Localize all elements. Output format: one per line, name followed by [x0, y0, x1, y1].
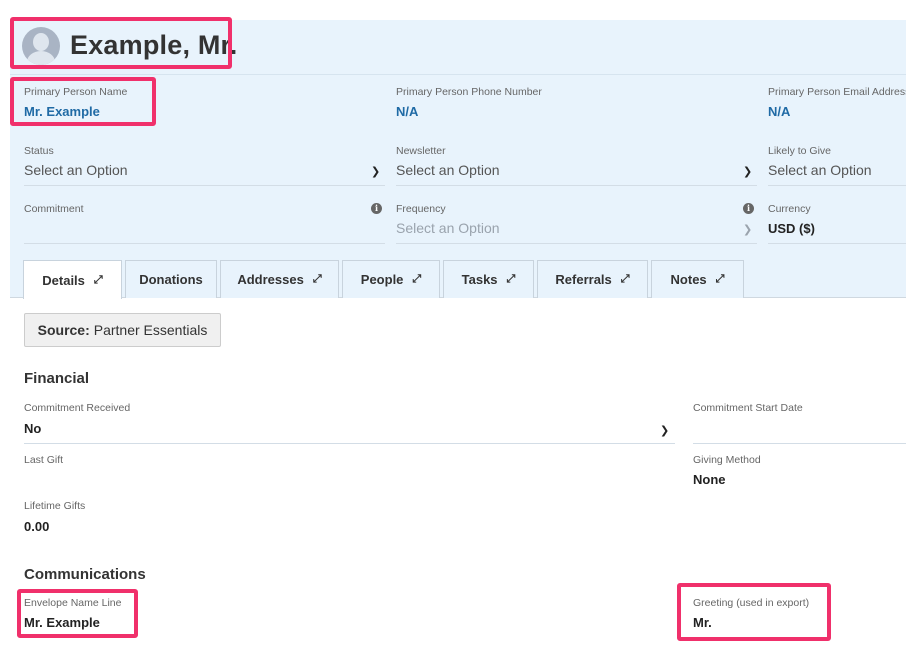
- giving-method-label: Giving Method: [693, 454, 761, 466]
- newsletter-select[interactable]: Select an Option: [396, 162, 500, 178]
- person-avatar-icon: [22, 27, 60, 65]
- expand-arrows-icon[interactable]: ⤢: [94, 274, 103, 287]
- tab-donations[interactable]: Donations: [125, 260, 217, 298]
- lifetime-gifts-label: Lifetime Gifts: [24, 500, 86, 512]
- info-icon[interactable]: i: [371, 203, 382, 214]
- giving-method-value: None: [693, 472, 726, 487]
- tab-label: Referrals: [555, 272, 612, 287]
- chevron-down-icon[interactable]: ❯: [743, 223, 752, 236]
- last-gift-label: Last Gift: [24, 454, 64, 466]
- chevron-down-icon[interactable]: ❯: [743, 165, 752, 178]
- source-button[interactable]: Source: Partner Essentials: [24, 313, 221, 347]
- expand-arrows-icon[interactable]: ⤢: [313, 273, 322, 286]
- source-label: Source:: [37, 322, 90, 338]
- frequency-underline: [396, 243, 757, 244]
- expand-arrows-icon[interactable]: ⤢: [716, 273, 725, 286]
- tab-notes[interactable]: Notes ⤢: [651, 260, 744, 298]
- tab-label: Addresses: [237, 272, 304, 287]
- tab-label: Details: [42, 272, 85, 288]
- expand-arrows-icon[interactable]: ⤢: [507, 273, 516, 286]
- greeting-label: Greeting (used in export): [693, 597, 810, 609]
- lifetime-gifts-value: 0.00: [24, 519, 50, 534]
- primary-person-email-value[interactable]: N/A: [768, 104, 790, 119]
- communications-section-title: Communications: [24, 566, 146, 583]
- info-icon[interactable]: i: [743, 203, 754, 214]
- primary-person-name-value[interactable]: Mr. Example: [24, 104, 100, 119]
- currency-underline: [768, 243, 906, 244]
- chevron-down-icon[interactable]: ❯: [371, 165, 380, 178]
- source-value: Partner Essentials: [93, 322, 208, 338]
- highlight-box-greeting: [677, 583, 831, 641]
- financial-section-title: Financial: [24, 370, 90, 387]
- tab-people[interactable]: People ⤢: [342, 260, 440, 298]
- tab-referrals[interactable]: Referrals ⤢: [537, 260, 648, 298]
- primary-person-phone-value[interactable]: N/A: [396, 104, 418, 119]
- frequency-label: Frequency: [396, 203, 446, 215]
- expand-arrows-icon[interactable]: ⤢: [621, 273, 630, 286]
- primary-person-name-label: Primary Person Name: [24, 86, 128, 98]
- tab-details[interactable]: Details ⤢: [23, 260, 122, 299]
- currency-select[interactable]: USD ($): [768, 221, 815, 236]
- commitment-start-date-label: Commitment Start Date: [693, 402, 803, 414]
- newsletter-underline: [396, 185, 757, 186]
- likely-to-give-label: Likely to Give: [768, 145, 832, 157]
- tab-label: Notes: [670, 272, 707, 287]
- currency-label: Currency: [768, 203, 811, 215]
- commitment-received-underline: [24, 443, 675, 444]
- envelope-name-line-value[interactable]: Mr. Example: [24, 615, 100, 630]
- commitment-received-label: Commitment Received: [24, 402, 131, 414]
- page-title: Example, Mr.: [70, 30, 238, 60]
- likely-to-give-underline: [768, 185, 906, 186]
- tab-addresses[interactable]: Addresses ⤢: [220, 260, 339, 298]
- commitment-underline: [24, 243, 385, 244]
- likely-to-give-select[interactable]: Select an Option: [768, 162, 872, 178]
- commitment-label: Commitment: [24, 203, 84, 215]
- frequency-select[interactable]: Select an Option: [396, 220, 500, 236]
- chevron-down-icon[interactable]: ❯: [660, 424, 669, 437]
- primary-person-email-label: Primary Person Email Address: [768, 86, 906, 98]
- commitment-received-select[interactable]: No: [24, 421, 41, 436]
- status-select[interactable]: Select an Option: [24, 162, 128, 178]
- tab-label: Tasks: [461, 272, 498, 287]
- greeting-value[interactable]: Mr.: [693, 615, 712, 630]
- status-underline: [24, 185, 385, 186]
- tab-label: People: [360, 272, 404, 287]
- commitment-start-date-underline: [693, 443, 906, 444]
- status-label: Status: [24, 145, 54, 157]
- expand-arrows-icon[interactable]: ⤢: [412, 273, 421, 286]
- primary-person-phone-label: Primary Person Phone Number: [396, 86, 542, 98]
- newsletter-label: Newsletter: [396, 145, 446, 157]
- tab-label: Donations: [139, 272, 203, 287]
- tab-tasks[interactable]: Tasks ⤢: [443, 260, 534, 298]
- envelope-name-line-label: Envelope Name Line: [24, 597, 122, 609]
